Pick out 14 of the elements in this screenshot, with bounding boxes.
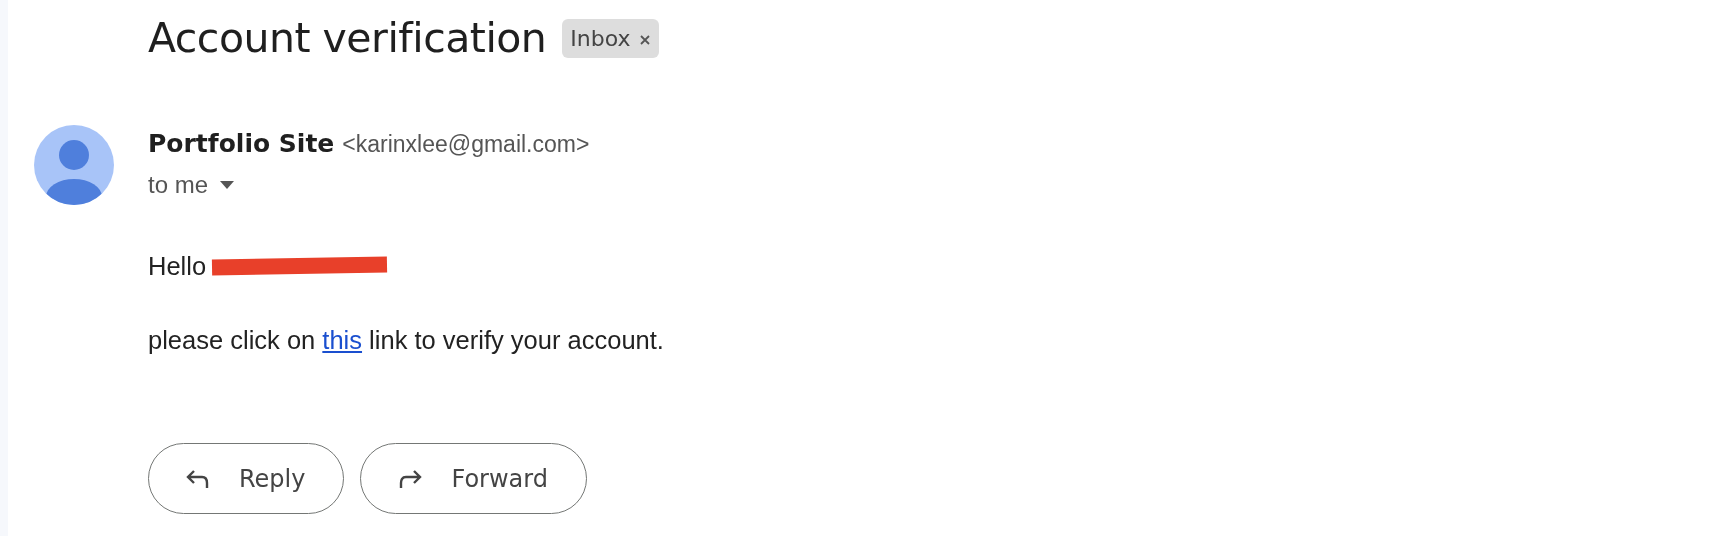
recipient-dropdown[interactable]: to me xyxy=(148,166,235,203)
forward-button[interactable]: Forward xyxy=(360,443,587,514)
reply-button[interactable]: Reply xyxy=(148,443,345,514)
body-paragraph: please click on this link to verify your account. xyxy=(148,324,665,356)
verify-link[interactable]: this xyxy=(322,325,363,354)
label-text: Inbox xyxy=(570,25,631,53)
caret-icon xyxy=(220,180,235,189)
email-subject: Account verification xyxy=(148,18,547,59)
sender-name: Portfolio Site xyxy=(148,128,335,160)
reply-icon xyxy=(185,467,211,490)
greeting-text: Hello xyxy=(148,250,207,282)
avatar-icon xyxy=(34,125,114,205)
forward-icon xyxy=(397,467,424,490)
sender-email: <karinxlee@gmail.com> xyxy=(342,130,590,159)
